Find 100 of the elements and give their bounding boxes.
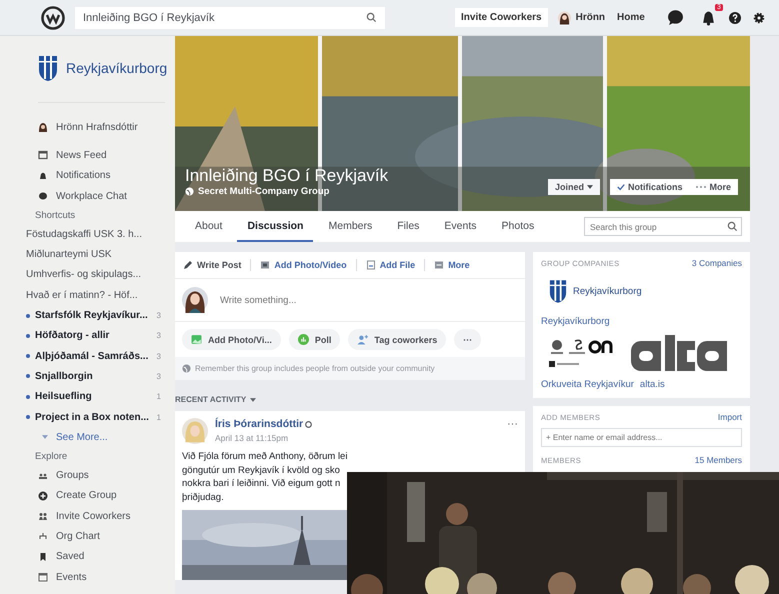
group-shortcut[interactable]: Alþjóðamál - Samráðs... [35, 350, 148, 362]
composer-action[interactable]: Write Post [183, 260, 242, 270]
calendar-icon [38, 572, 48, 582]
people-icon [38, 470, 48, 481]
unread-dot [26, 314, 30, 318]
more-options-button[interactable]: ··· [454, 329, 482, 350]
composer-action[interactable]: Add Photo/Video [260, 260, 347, 270]
group-search-field[interactable]: Search this group [584, 217, 742, 236]
sidebar-item[interactable]: Events [56, 572, 87, 583]
user-link[interactable]: Hrönn [576, 12, 606, 23]
bookmark-icon [38, 552, 48, 562]
sidebar-item[interactable]: Saved [56, 551, 84, 562]
sidebar-item[interactable]: Create Group [56, 490, 117, 502]
group-shortcut[interactable]: Starfsfólk Reykjavíkur... [35, 310, 148, 322]
globe-icon [182, 364, 191, 373]
tab[interactable]: Files [387, 211, 430, 242]
user-avatar [38, 122, 48, 132]
post-text-line: nokkra bari í leiðinni. Við eigum gott n [182, 477, 342, 490]
add-member-field[interactable]: + Enter name or email address... [541, 428, 742, 447]
composer-action[interactable]: Add File [366, 260, 416, 270]
tab[interactable]: Members [318, 211, 382, 242]
section-heading: Explore [35, 450, 68, 464]
composer-action[interactable]: More [434, 260, 470, 270]
home-link[interactable]: Home [617, 12, 645, 23]
shortcut-item[interactable]: Föstudagskaffi USK 3. h... [26, 228, 142, 240]
city-crest-icon [549, 278, 567, 304]
company-link[interactable]: Orkuveita Reykjavíkur [541, 379, 634, 390]
workplace-logo-icon[interactable] [41, 6, 65, 30]
more-icon [434, 260, 444, 270]
author-name[interactable]: Íris Þórarinsdóttir [215, 418, 304, 430]
see-more-link[interactable]: See More... [56, 432, 108, 443]
composer-chip[interactable]: Add Photo/Vi... [182, 329, 281, 350]
group-shortcut[interactable]: Snjallborgin [35, 370, 93, 382]
sidebar-item[interactable]: Groups [56, 470, 89, 482]
tab[interactable]: About [185, 211, 232, 242]
file-icon [366, 260, 376, 270]
author-avatar [182, 418, 208, 444]
unread-dot [26, 394, 30, 399]
post-text-line: þriðjudag. [182, 490, 225, 504]
tab[interactable]: Photos [492, 211, 544, 242]
search-icon[interactable] [366, 12, 377, 23]
caret-icon [42, 435, 48, 440]
plus-circle-icon [38, 490, 48, 501]
search-icon[interactable] [727, 221, 738, 232]
members-link[interactable]: 15 Members [694, 455, 742, 465]
organization-name[interactable]: Reykjavíkurborg [66, 60, 168, 76]
chat-bubble-icon [38, 191, 48, 202]
shortcut-item[interactable]: Umhverfis- og skipulags... [26, 269, 142, 280]
unread-count: 3 [156, 331, 161, 340]
photo-icon [191, 334, 202, 345]
city-crest-icon [38, 54, 58, 82]
bell-icon [38, 170, 48, 181]
search-field[interactable]: Innleiðing BGO í Reykjavík [75, 6, 385, 28]
sidebar-item[interactable]: Notifications [56, 170, 110, 182]
community-notice: Remember this group includes people from outside your community [195, 364, 435, 373]
add-people-icon [38, 511, 48, 522]
section-heading: RECENT ACTIVITY [175, 395, 246, 404]
company-link[interactable]: Reykjavíkurborg [541, 316, 742, 327]
shortcut-item[interactable]: Hvað er í matinn? - Höf... [26, 290, 138, 301]
unread-dot [26, 334, 30, 338]
shortcut-item[interactable]: Miðlunarteymi USK [26, 249, 112, 260]
import-link[interactable]: Import [718, 412, 742, 422]
unread-count: 3 [156, 372, 161, 381]
chat-bubble-icon[interactable] [666, 9, 684, 26]
settings-icon[interactable] [752, 12, 765, 24]
pencil-icon [183, 260, 193, 270]
sidebar-item[interactable]: Org Chart [56, 530, 100, 542]
unread-dot [26, 374, 30, 378]
globe-icon [185, 187, 194, 196]
help-icon[interactable] [728, 12, 741, 24]
section-heading: Shortcuts [35, 208, 76, 223]
sidebar-item[interactable]: Invite Coworkers [56, 510, 130, 522]
group-shortcut[interactable]: Project in a Box noten... [35, 412, 149, 422]
tab[interactable]: Discussion [237, 211, 314, 242]
invite-coworkers-button[interactable]: Invite Coworkers [455, 8, 548, 27]
companies-link[interactable]: 3 Companies [692, 258, 742, 268]
post-menu-button[interactable]: ··· [507, 418, 518, 430]
company-logo-name: Reykjavíkurborg [573, 286, 642, 296]
group-shortcut[interactable]: Höfðatorg - allir [35, 330, 110, 342]
photo-icon [260, 260, 270, 270]
composer-chip[interactable]: Poll [288, 329, 340, 350]
joined-button[interactable]: Joined [548, 179, 600, 195]
sidebar-item[interactable]: News Feed [56, 150, 107, 161]
composer-chip[interactable]: Tag coworkers [348, 329, 446, 350]
post-text-line: göngutúr um Reykjavík í kvöld og sko [182, 464, 341, 477]
sidebar-item[interactable]: Workplace Chat [56, 190, 127, 202]
unread-count: 3 [156, 352, 161, 361]
add-person-icon [357, 334, 368, 345]
verified-icon [305, 420, 312, 428]
group-shortcut[interactable]: Heilsuefling [35, 391, 92, 402]
caret-icon[interactable] [250, 398, 256, 402]
caret-icon [586, 185, 593, 189]
unread-dot [26, 415, 30, 419]
check-icon [616, 183, 625, 191]
company-link[interactable]: alta.is [640, 379, 665, 390]
poll-icon [298, 334, 309, 345]
tab[interactable]: Events [434, 211, 487, 242]
profile-link[interactable]: Hrönn Hrafnsdóttir [56, 122, 138, 133]
org-chart-icon [38, 531, 48, 542]
unread-count: 1 [156, 412, 161, 422]
